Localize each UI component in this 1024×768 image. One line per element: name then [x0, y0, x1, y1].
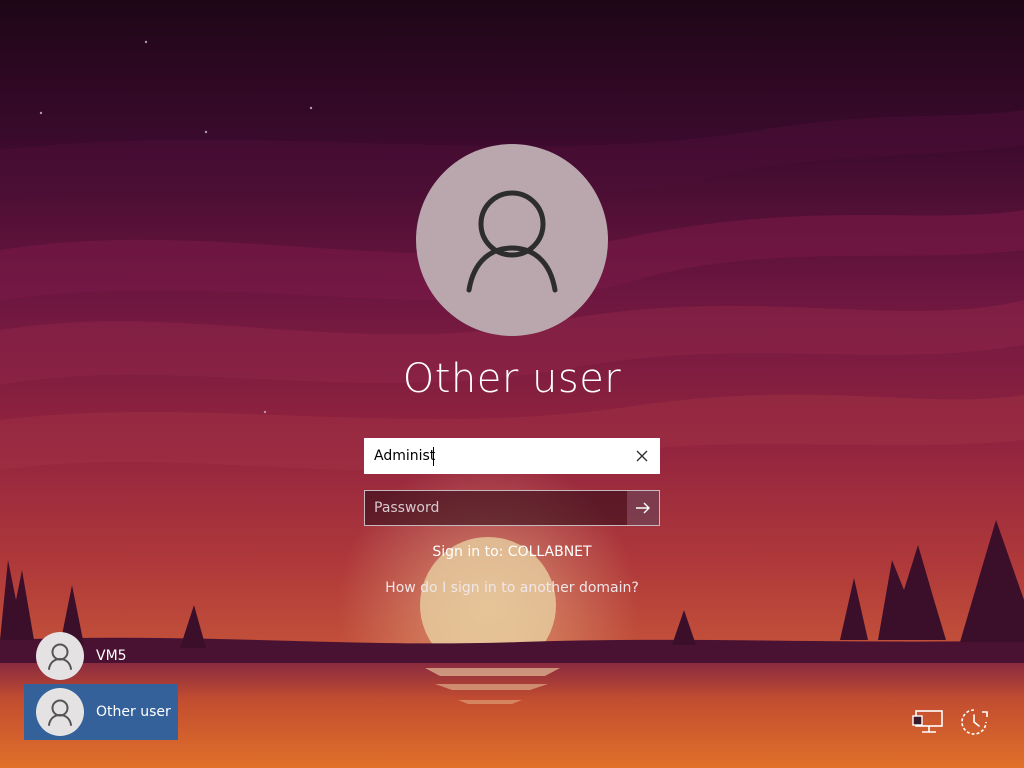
user-avatar-small [36, 632, 84, 680]
user-tile-label: Other user [96, 704, 171, 720]
text-caret [433, 447, 434, 466]
sign-in-domain-text: Sign in to: COLLABNET [432, 544, 592, 560]
domain-help-link[interactable]: How do I sign in to another domain? [312, 580, 712, 596]
ease-of-access-icon [961, 709, 988, 735]
close-icon [636, 450, 648, 462]
user-avatar [416, 144, 608, 336]
username-input[interactable] [365, 439, 625, 473]
user-avatar-small [36, 688, 84, 736]
network-icon [912, 710, 943, 733]
password-field[interactable] [364, 490, 660, 526]
username-field[interactable] [364, 438, 660, 474]
network-button[interactable] [910, 704, 946, 740]
user-tile-vm5[interactable]: VM5 [24, 628, 178, 684]
clear-button[interactable] [625, 439, 659, 473]
ease-of-access-button[interactable] [956, 704, 992, 740]
user-tile-label: VM5 [96, 648, 127, 664]
user-icon [48, 699, 72, 726]
user-icon [466, 190, 558, 293]
user-name-title: Other user [402, 356, 622, 402]
arrow-right-icon [636, 502, 650, 514]
submit-button[interactable] [627, 491, 659, 525]
password-input[interactable] [365, 491, 627, 525]
user-tile-other-user[interactable]: Other user [24, 684, 178, 740]
user-icon [48, 643, 72, 670]
